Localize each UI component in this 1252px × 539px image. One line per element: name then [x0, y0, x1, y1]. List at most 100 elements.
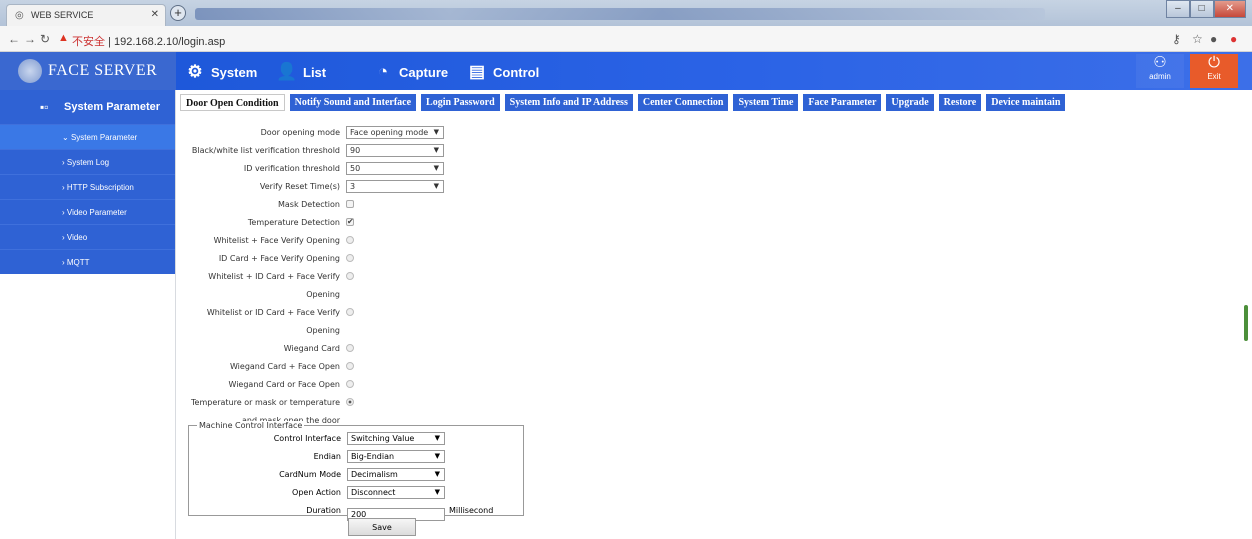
- sidebar-title: ▪▫ System Parameter: [0, 90, 175, 124]
- menu-system-label: System: [211, 64, 258, 80]
- tab-upgrade[interactable]: Upgrade: [886, 94, 934, 111]
- open-action-select[interactable]: Disconnect ▼: [347, 486, 445, 499]
- sidebar-item-system-log[interactable]: › System Log: [0, 149, 175, 174]
- radio-whitelist-face-label: Whitelist + Face Verify Opening: [213, 236, 340, 245]
- menu-system[interactable]: ⚙ System: [184, 61, 257, 83]
- reset-time-value: 3: [350, 182, 356, 191]
- radio-wiegand[interactable]: [346, 344, 354, 352]
- close-window-button[interactable]: ✕: [1213, 0, 1246, 18]
- dropdown-arrow-icon: ▼: [434, 434, 440, 442]
- star-icon[interactable]: ☆: [1192, 32, 1203, 46]
- sidebar-item-label: Video: [66, 233, 88, 242]
- admin-label: admin: [1149, 72, 1171, 81]
- new-tab-button[interactable]: +: [170, 5, 186, 21]
- sidebar-item-video-parameter[interactable]: › Video Parameter: [0, 199, 175, 224]
- menu-capture-label: Capture: [399, 64, 449, 80]
- bw-threshold-select[interactable]: 90 ▼: [346, 144, 444, 157]
- reload-icon[interactable]: ↻: [40, 32, 50, 46]
- temperature-detection-checkbox[interactable]: [346, 217, 354, 226]
- menu-control[interactable]: ▤ Control: [466, 61, 539, 83]
- machine-control-legend: Machine Control Interface: [197, 421, 305, 430]
- control-interface-select[interactable]: Switching Value ▼: [347, 432, 445, 445]
- radio-whitelist-or-idcard-face-label: Whitelist or ID Card + Face Verify: [206, 308, 340, 317]
- menu-list-label: List: [303, 64, 327, 80]
- tab-notify-sound[interactable]: Notify Sound and Interface: [289, 94, 417, 111]
- maximize-button[interactable]: □: [1189, 0, 1214, 18]
- tab-face-parameter[interactable]: Face Parameter: [803, 94, 882, 111]
- key-icon[interactable]: ⚷: [1172, 32, 1181, 46]
- tab-system-info[interactable]: System Info and IP Address: [504, 94, 633, 111]
- logo-text: FACE SERVER: [48, 62, 158, 79]
- url-field[interactable]: 不安全 | 192.168.2.10/login.asp: [72, 33, 225, 49]
- control-interface-value: Switching Value: [351, 434, 415, 443]
- sidebar-item-video[interactable]: › Video: [0, 224, 175, 249]
- sidebar-item-label: System Log: [66, 158, 110, 167]
- dropdown-arrow-icon: ▼: [433, 146, 439, 154]
- radio-whitelist-or-idcard-face[interactable]: [346, 308, 354, 316]
- sidebar-item-system-parameter[interactable]: ⌄ System Parameter: [0, 124, 175, 149]
- open-action-value: Disconnect: [351, 488, 396, 497]
- extension-icon[interactable]: ●: [1230, 32, 1237, 46]
- radio-temperature-mask-label: Temperature or mask or temperature: [191, 398, 340, 407]
- scroll-indicator[interactable]: [1244, 305, 1248, 341]
- radio-idcard-face-label: ID Card + Face Verify Opening: [218, 254, 340, 263]
- dropdown-arrow-icon: ▼: [434, 452, 440, 460]
- not-secure-label: 不安全: [72, 36, 105, 48]
- endian-value: Big-Endian: [351, 452, 395, 461]
- dropdown-arrow-icon: ▼: [433, 182, 439, 190]
- tab-center-connection[interactable]: Center Connection: [637, 94, 729, 111]
- radio-whitelist-face[interactable]: [346, 236, 354, 244]
- profile-icon[interactable]: ●: [1210, 32, 1217, 46]
- door-mode-label: Door opening mode: [260, 128, 340, 137]
- exit-label: Exit: [1207, 72, 1221, 81]
- door-mode-select[interactable]: Face opening mode ▼: [346, 126, 444, 139]
- sidebar-item-label: System Parameter: [70, 133, 138, 142]
- duration-unit: Millisecond: [449, 506, 494, 515]
- mask-detection-checkbox[interactable]: [346, 200, 354, 208]
- menu-capture[interactable]: ◔ Capture: [372, 61, 448, 83]
- cardnum-mode-select[interactable]: Decimalism ▼: [347, 468, 445, 481]
- sidebar-item-label: MQTT: [66, 258, 90, 267]
- radio-whitelist-idcard-face-label: Whitelist + ID Card + Face Verify: [208, 272, 340, 281]
- exit-button[interactable]: ⏻ Exit: [1190, 54, 1238, 88]
- duration-label: Duration: [306, 506, 341, 515]
- reset-time-label: Verify Reset Time(s): [259, 182, 340, 191]
- temperature-detection-label: Temperature Detection: [247, 218, 340, 227]
- tab-login-password[interactable]: Login Password: [421, 94, 500, 111]
- tab-device-maintain[interactable]: Device maintain: [986, 94, 1066, 111]
- dropdown-arrow-icon: ▼: [433, 128, 439, 136]
- forward-icon[interactable]: →: [24, 32, 36, 46]
- sidebar-item-label: Video Parameter: [66, 208, 127, 217]
- sidebar-item-mqtt[interactable]: › MQTT: [0, 249, 175, 274]
- endian-select[interactable]: Big-Endian ▼: [347, 450, 445, 463]
- radio-wiegand-face[interactable]: [346, 362, 354, 370]
- tab-door-open-condition[interactable]: Door Open Condition: [180, 94, 285, 111]
- radio-whitelist-idcard-face[interactable]: [346, 272, 354, 280]
- browser-tab[interactable]: ◎ WEB SERVICE ✕: [6, 4, 166, 26]
- radio-wiegand-or-face[interactable]: [346, 380, 354, 388]
- tab-system-time[interactable]: System Time: [733, 94, 799, 111]
- sidebar-item-label: HTTP Subscription: [66, 183, 134, 192]
- users-icon: 👤: [276, 62, 298, 81]
- dropdown-arrow-icon: ▼: [434, 470, 440, 478]
- radio-idcard-face[interactable]: [346, 254, 354, 262]
- radio-temperature-mask[interactable]: [346, 398, 354, 406]
- tab-restore[interactable]: Restore: [938, 94, 982, 111]
- back-icon[interactable]: ←: [8, 32, 20, 46]
- id-threshold-value: 50: [350, 164, 361, 173]
- id-threshold-select[interactable]: 50 ▼: [346, 162, 444, 175]
- close-tab-icon[interactable]: ✕: [151, 9, 159, 20]
- gear-icon: ⚙: [187, 62, 203, 81]
- power-icon: ⏻: [1208, 54, 1220, 71]
- id-threshold-label: ID verification threshold: [243, 164, 340, 173]
- reset-time-select[interactable]: 3 ▼: [346, 180, 444, 193]
- radio-whitelist-idcard-face-label-2: Opening: [306, 290, 340, 299]
- sidebar-item-http-subscription[interactable]: › HTTP Subscription: [0, 174, 175, 199]
- menu-list[interactable]: 👤 List: [276, 61, 326, 83]
- dropdown-arrow-icon: ▼: [434, 488, 440, 496]
- save-button[interactable]: Save: [348, 518, 416, 536]
- admin-button[interactable]: ⚇ admin: [1136, 54, 1184, 88]
- sidebar-title-label: System Parameter: [64, 101, 161, 113]
- minimize-button[interactable]: –: [1166, 0, 1190, 18]
- app-header: FACE SERVER ⚙ System 👤 List ◔ Capture ▤ Cont…: [0, 52, 1252, 90]
